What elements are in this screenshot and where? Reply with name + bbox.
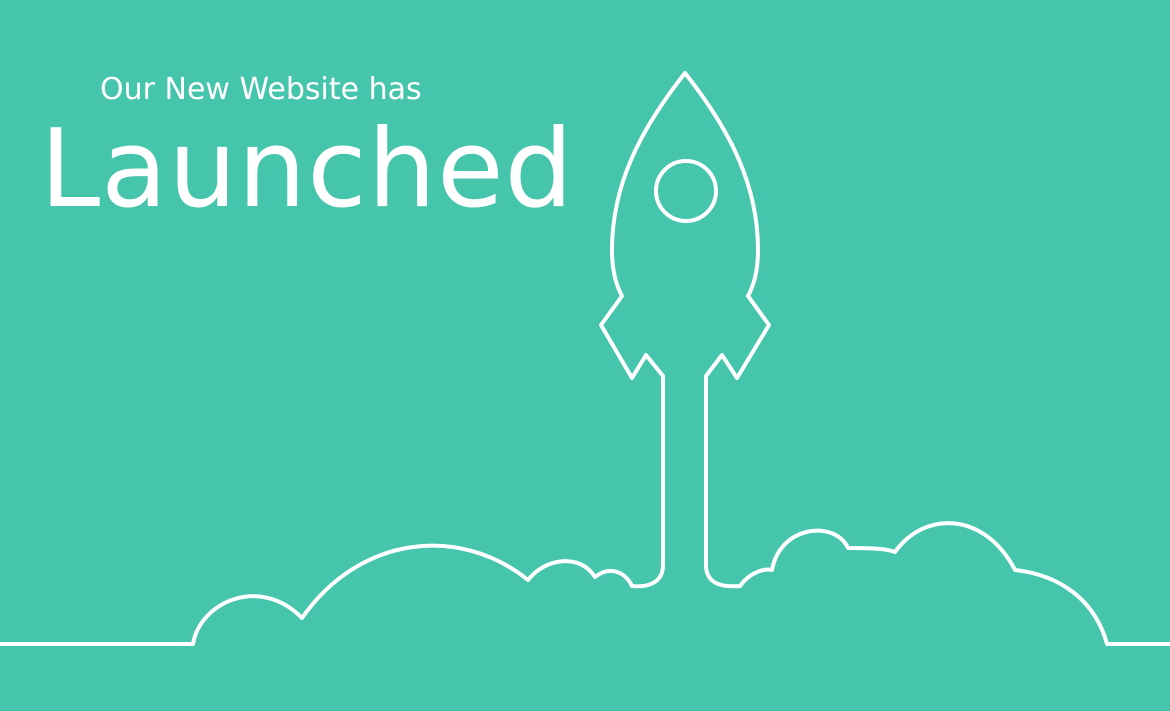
launch-banner: Our New Website has Launched	[0, 0, 1170, 711]
rocket-launch-illustration	[0, 71, 1170, 646]
rocket-icon	[599, 71, 771, 589]
rocket-window-icon	[654, 159, 718, 223]
smoke-cloud-icon	[0, 521, 1170, 646]
